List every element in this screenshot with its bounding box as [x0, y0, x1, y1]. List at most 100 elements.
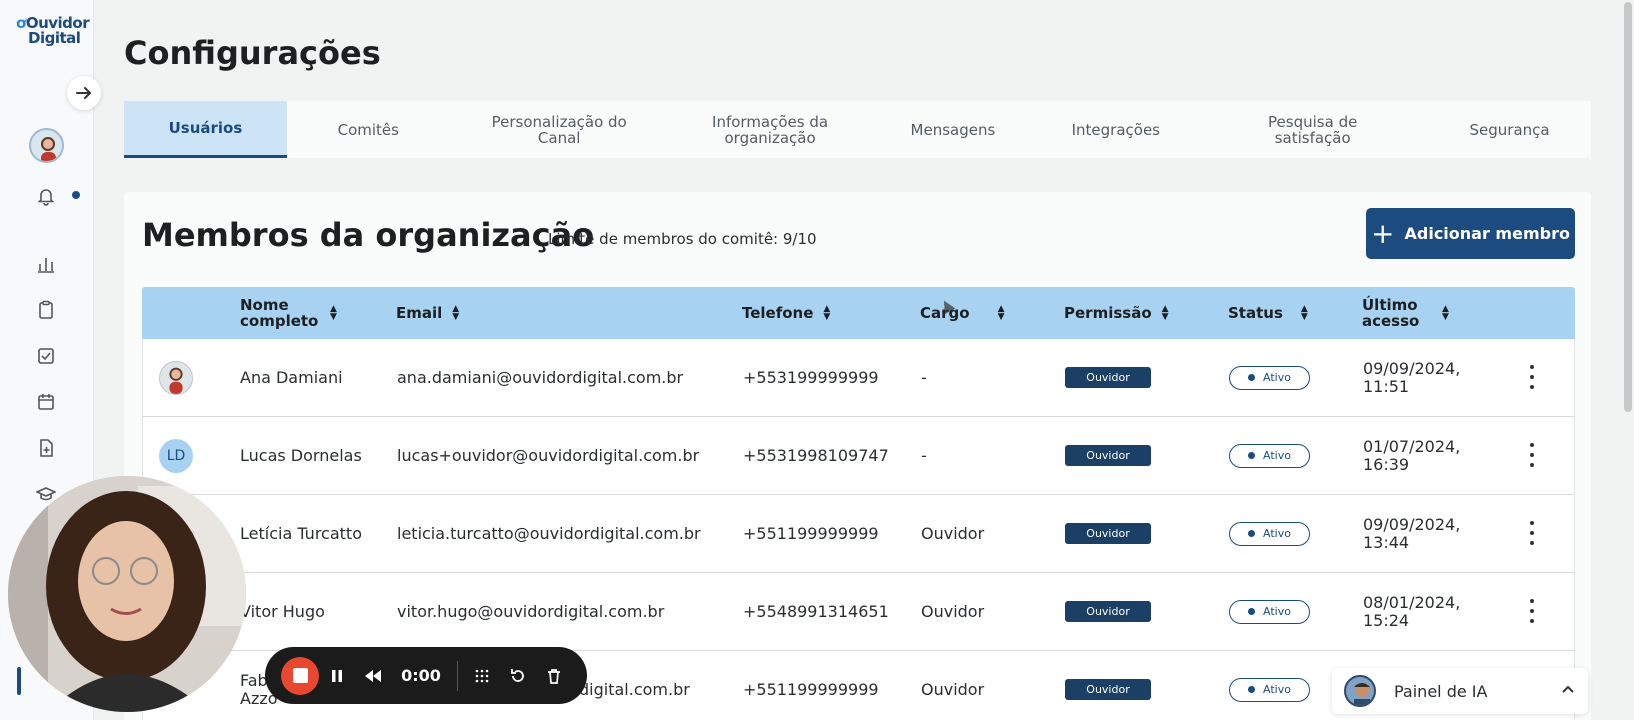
file-plus-icon[interactable]: [34, 436, 58, 460]
row-menu-icon[interactable]: [1528, 519, 1536, 547]
logo[interactable]: ơOuvidor Digital: [16, 16, 90, 46]
active-nav-indicator: [17, 667, 21, 695]
status-dot: [1248, 608, 1256, 615]
restart-icon: [511, 668, 524, 682]
checkbox-icon[interactable]: [34, 344, 58, 368]
status-dot: [1248, 374, 1256, 381]
table-header: Nome completo ▲ ▼ Email ▲ ▼ Telefone ▲ ▼ Cargo…: [142, 287, 1575, 339]
member-email: ana.damiani@ouvidordigital.com.br: [397, 368, 684, 387]
col-status[interactable]: Status ▲ ▼: [1228, 287, 1308, 339]
pause-button[interactable]: [319, 658, 355, 694]
member-last-access: 01/07/2024, 16:39: [1363, 417, 1460, 494]
member-permission: Ouvidor: [1065, 495, 1151, 572]
col-status-label: Status: [1228, 304, 1283, 322]
member-phone: +553199999999: [743, 368, 879, 387]
member-role: Ouvidor: [921, 680, 985, 699]
sort-icon[interactable]: ▲ ▼: [1301, 305, 1308, 322]
member-avatar: [159, 361, 193, 395]
sort-icon[interactable]: ▲ ▼: [823, 305, 830, 322]
table-row[interactable]: LD Lucas Dornelas lucas+ouvidor@ouvidord…: [142, 417, 1575, 495]
chart-icon[interactable]: [34, 252, 58, 276]
col-email[interactable]: Email ▲ ▼: [396, 287, 459, 339]
status-label: Ativo: [1263, 683, 1291, 696]
add-member-label: Adicionar membro: [1404, 224, 1570, 243]
webcam-bubble[interactable]: [8, 476, 246, 712]
user-avatar[interactable]: [29, 128, 64, 163]
sort-icon[interactable]: ▲ ▼: [330, 305, 337, 322]
restart-button[interactable]: [500, 658, 536, 694]
tab-informacoes[interactable]: Informações da organização: [669, 101, 872, 158]
member-limit-text: Limite de membros do comitê: 9/10: [548, 230, 817, 248]
divider: [457, 660, 458, 691]
col-permissao[interactable]: Permissão ▲ ▼: [1064, 287, 1169, 339]
status-dot: [1248, 452, 1256, 459]
permission-badge: Ouvidor: [1065, 679, 1151, 700]
last-access-date: 08/01/2024,: [1363, 592, 1461, 612]
row-menu-icon[interactable]: [1528, 441, 1536, 469]
status-label: Ativo: [1263, 449, 1291, 462]
member-name: Lucas Dornelas: [240, 446, 362, 465]
col-telefone-label: Telefone: [742, 304, 814, 322]
grid-dots-icon: [475, 669, 489, 682]
last-access-date: 09/09/2024,: [1363, 358, 1461, 378]
last-access-time: 15:24: [1363, 610, 1410, 630]
member-permission: Ouvidor: [1065, 339, 1151, 416]
member-avatar: LD: [159, 439, 193, 473]
tab-usuarios[interactable]: Usuários: [124, 101, 287, 158]
add-member-button[interactable]: + Adicionar membro: [1366, 208, 1575, 259]
status-dot: [1248, 686, 1256, 693]
col-telefone[interactable]: Telefone ▲ ▼: [742, 287, 830, 339]
tab-seguranca[interactable]: Segurança: [1428, 101, 1591, 158]
tab-comites[interactable]: Comitês: [287, 101, 450, 158]
col-nome[interactable]: Nome completo ▲ ▼: [240, 287, 360, 339]
status-label: Ativo: [1263, 527, 1291, 540]
tab-integracoes[interactable]: Integrações: [1034, 101, 1197, 158]
chevron-up-icon[interactable]: [1560, 681, 1576, 702]
notification-dot: [72, 191, 80, 199]
scrollbar-thumb[interactable]: [1624, 2, 1632, 412]
member-permission: Ouvidor: [1065, 417, 1151, 494]
status-badge: Ativo: [1229, 365, 1310, 390]
col-ultimo-acesso[interactable]: Último acesso ▲ ▼: [1362, 287, 1449, 339]
drag-handle[interactable]: [464, 658, 500, 694]
table-row[interactable]: Vitor Hugo vitor.hugo@ouvidordigital.com…: [142, 573, 1575, 651]
stop-recording-button[interactable]: [281, 656, 319, 695]
member-name: Ana Damiani: [240, 368, 343, 387]
ai-panel[interactable]: Painel de IA: [1332, 668, 1588, 714]
tab-pesquisa[interactable]: Pesquisa de satisfação: [1197, 101, 1428, 158]
status-label: Ativo: [1263, 371, 1291, 384]
rewind-button[interactable]: [355, 658, 391, 694]
sort-icon[interactable]: ▲ ▼: [998, 305, 1005, 322]
tab-personalizacao[interactable]: Personalização do Canal: [450, 101, 669, 158]
member-status: Ativo: [1229, 573, 1310, 650]
member-role: -: [921, 446, 927, 465]
member-permission: Ouvidor: [1065, 573, 1151, 650]
sort-icon[interactable]: ▲ ▼: [452, 305, 459, 322]
table-row[interactable]: Letícia Turcatto leticia.turcatto@ouvido…: [142, 495, 1575, 573]
col-cargo[interactable]: Cargo ▲ ▼: [920, 287, 1005, 339]
last-access-date: 01/07/2024,: [1363, 436, 1461, 456]
status-badge: Ativo: [1229, 599, 1310, 624]
table-row[interactable]: Ana Damiani ana.damiani@ouvidordigital.c…: [142, 339, 1575, 417]
last-access-time: 16:39: [1363, 454, 1410, 474]
last-access-time: 11:51: [1363, 376, 1410, 396]
plus-icon: +: [1371, 216, 1395, 250]
row-menu-icon[interactable]: [1528, 597, 1536, 625]
bell-icon[interactable]: [34, 184, 58, 208]
row-menu-icon[interactable]: [1528, 363, 1536, 391]
calendar-icon[interactable]: [34, 390, 58, 414]
member-last-access: 08/01/2024, 15:24: [1363, 573, 1460, 650]
delete-recording-button[interactable]: [536, 658, 572, 694]
sort-icon[interactable]: ▲ ▼: [1442, 305, 1449, 322]
col-nome-label: Nome completo: [240, 296, 319, 330]
status-badge: Ativo: [1229, 443, 1310, 468]
tab-mensagens[interactable]: Mensagens: [872, 101, 1035, 158]
sort-icon[interactable]: ▲ ▼: [1162, 305, 1169, 322]
member-email: lucas+ouvidor@ouvidordigital.com.br: [397, 446, 700, 465]
clipboard-icon[interactable]: [34, 298, 58, 322]
member-email: leticia.turcatto@ouvidordigital.com.br: [397, 524, 701, 543]
member-status: Ativo: [1229, 417, 1310, 494]
member-email: digital.com.br: [579, 680, 690, 699]
member-phone: +5531998109747: [743, 446, 889, 465]
expand-sidebar-button[interactable]: [67, 76, 101, 110]
